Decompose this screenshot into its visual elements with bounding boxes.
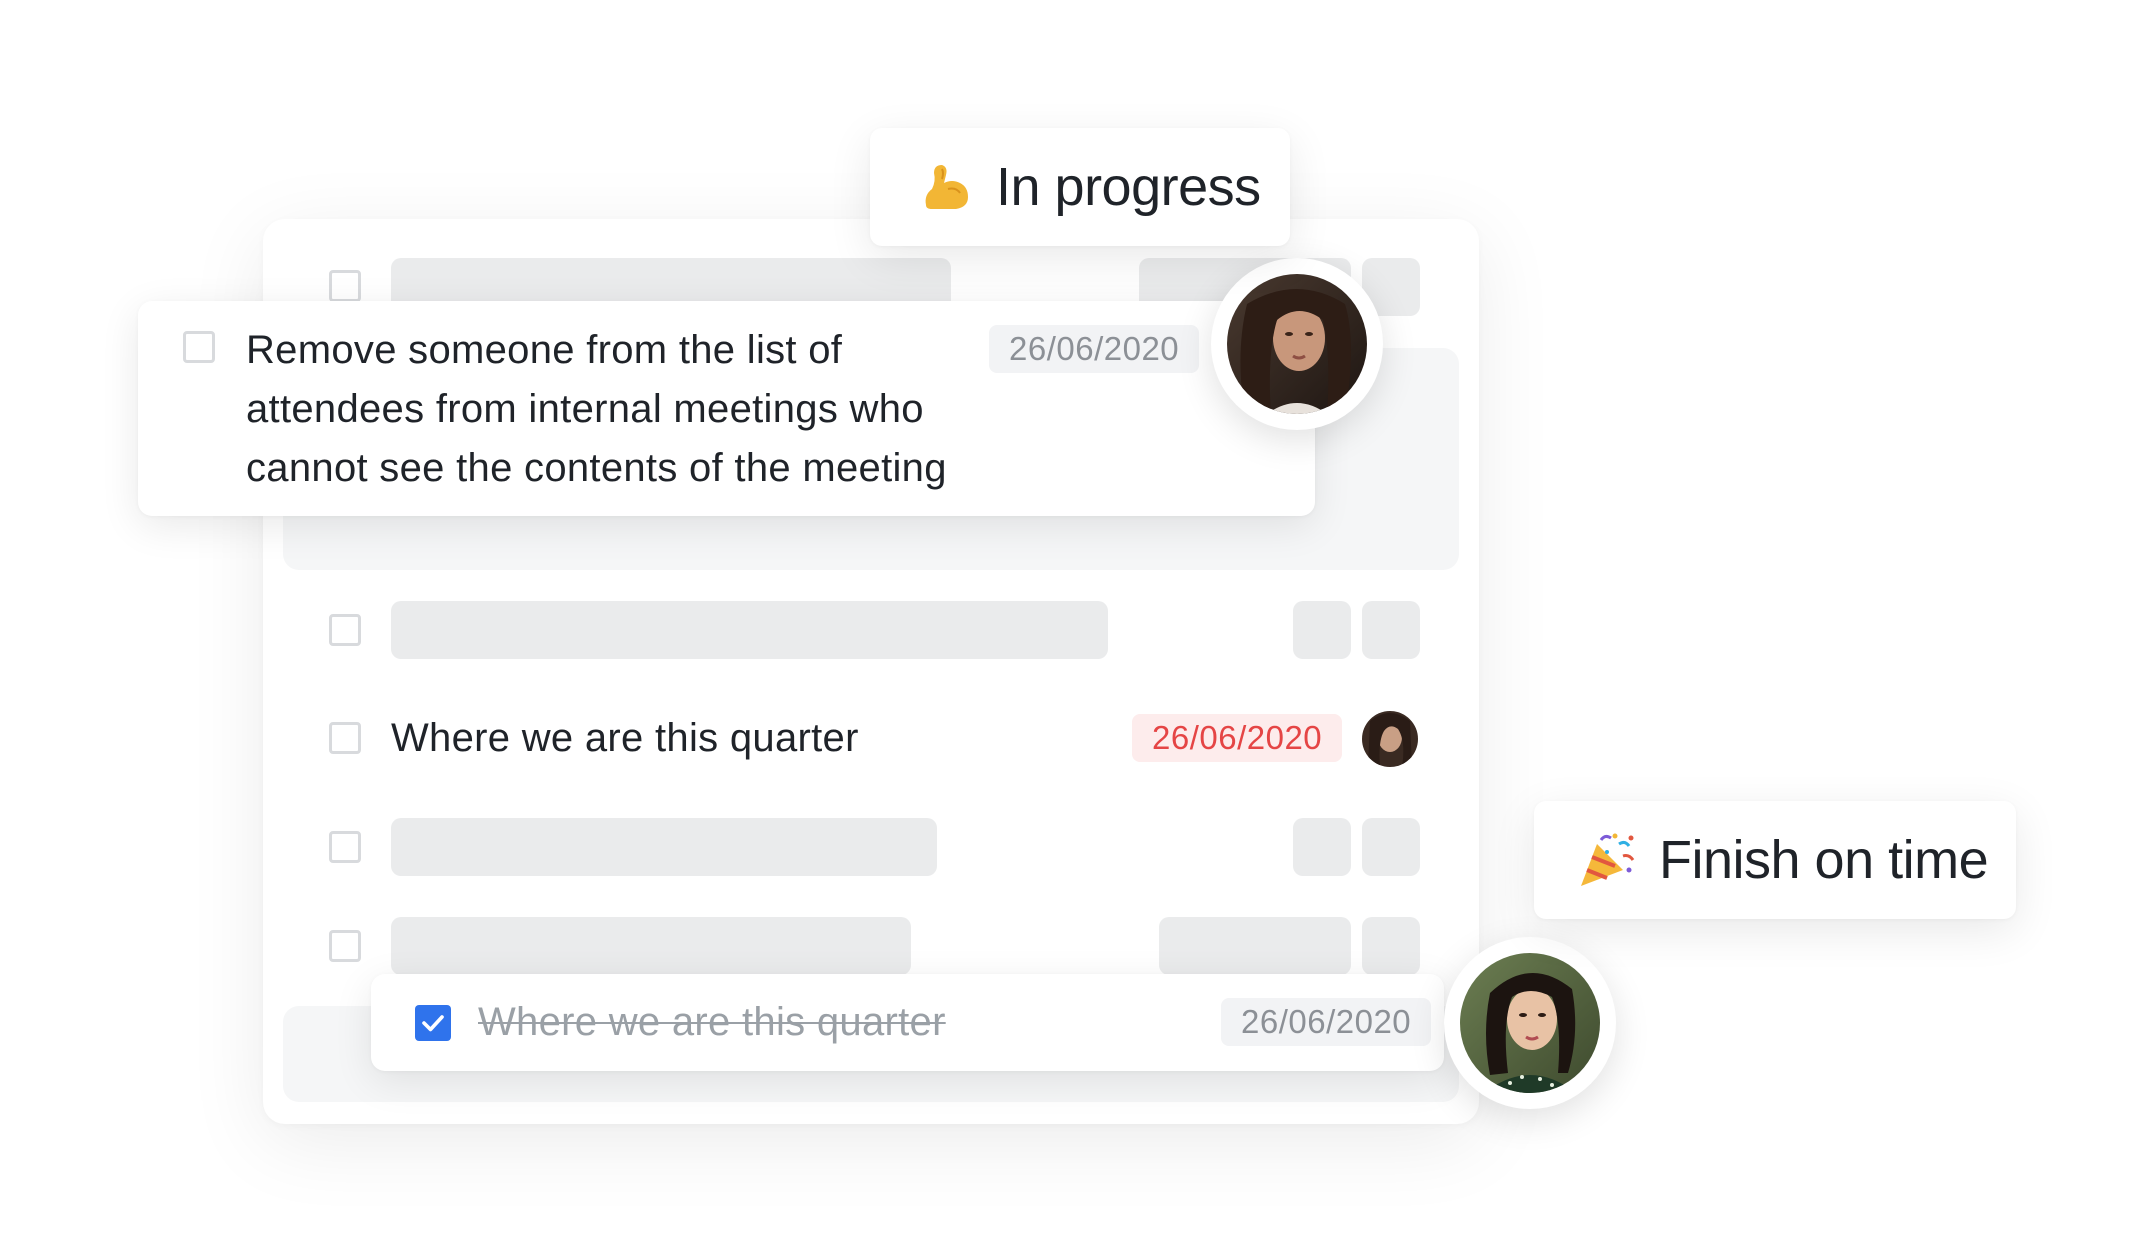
task-card-expanded[interactable]: Remove someone from the list of attendee… xyxy=(138,301,1315,516)
status-label: Finish on time xyxy=(1659,830,1989,890)
task-title[interactable]: Remove someone from the list of attendee… xyxy=(246,321,1006,498)
placeholder-pill xyxy=(1293,601,1351,659)
task-checkbox-checked[interactable] xyxy=(415,1005,451,1041)
placeholder-pill xyxy=(1362,818,1420,876)
avatar[interactable] xyxy=(1460,953,1600,1093)
task-checkbox[interactable] xyxy=(329,722,361,754)
due-date[interactable]: 26/06/2020 xyxy=(1221,998,1432,1046)
task-title[interactable]: Where we are this quarter xyxy=(478,993,946,1052)
placeholder-pill xyxy=(1159,917,1351,975)
check-icon xyxy=(422,1015,444,1032)
placeholder-bar xyxy=(391,818,937,876)
placeholder-pill xyxy=(1293,818,1351,876)
task-title-line: attendees from internal meetings who xyxy=(246,387,924,431)
placeholder-pill xyxy=(1362,917,1420,975)
task-title-line: Remove someone from the list of xyxy=(246,328,843,372)
status-finish-on-time[interactable]: Finish on time xyxy=(1534,801,2016,919)
avatar[interactable] xyxy=(1362,711,1418,767)
task-checkbox[interactable] xyxy=(329,614,361,646)
status-in-progress[interactable]: In progress xyxy=(870,128,1290,246)
status-label: In progress xyxy=(996,157,1261,217)
task-checkbox[interactable] xyxy=(329,930,361,962)
task-checkbox[interactable] xyxy=(329,270,361,302)
flexed-bicep-icon xyxy=(918,159,974,215)
placeholder-pill xyxy=(1362,601,1420,659)
placeholder-bar xyxy=(391,917,911,975)
due-date-overdue[interactable]: 26/06/2020 xyxy=(1132,714,1343,762)
task-title[interactable]: Where we are this quarter xyxy=(391,709,859,768)
task-title-line: cannot see the contents of the meeting xyxy=(246,446,947,490)
task-checkbox[interactable] xyxy=(183,331,215,363)
due-date[interactable]: 26/06/2020 xyxy=(989,325,1200,373)
task-checkbox[interactable] xyxy=(329,831,361,863)
avatar[interactable] xyxy=(1227,274,1367,414)
placeholder-bar xyxy=(391,601,1108,659)
task-card-completed[interactable]: Where we are this quarter 26/06/2020 xyxy=(371,974,1444,1071)
party-popper-icon xyxy=(1577,830,1637,890)
